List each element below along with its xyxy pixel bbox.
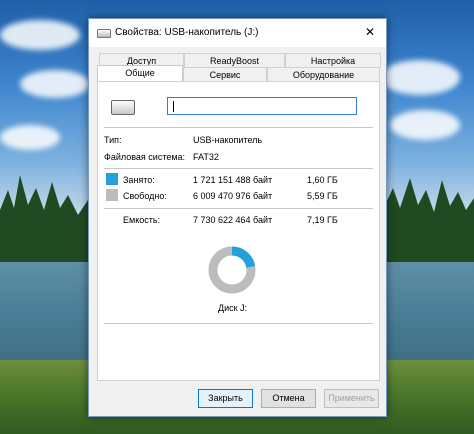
free-bytes: 6 009 470 976 байт (193, 191, 273, 201)
cancel-button[interactable]: Отмена (261, 389, 316, 408)
cloud (0, 125, 60, 150)
tab-general[interactable]: Общие (97, 65, 183, 81)
free-label: Свободно: (123, 191, 167, 201)
volume-name-input[interactable] (167, 97, 357, 115)
free-color-swatch (106, 189, 118, 201)
used-size: 1,60 ГБ (307, 175, 338, 185)
tab-readyboost[interactable]: ReadyBoost (184, 53, 285, 67)
used-label: Занято: (123, 175, 155, 185)
tab-customize[interactable]: Настройка (285, 53, 381, 67)
cloud (390, 110, 460, 140)
used-bytes: 1 721 151 488 байт (193, 175, 273, 185)
close-icon[interactable]: ✕ (360, 23, 380, 41)
title-bar: Свойства: USB-накопитель (J:) ✕ (89, 19, 386, 47)
usb-drive-icon (97, 29, 111, 38)
usage-donut-chart (208, 246, 256, 294)
divider (104, 168, 373, 169)
window-title: Свойства: USB-накопитель (J:) (115, 27, 259, 38)
tab-row-front: Общие Сервис Оборудование (97, 65, 380, 81)
capacity-label: Емкость: (123, 215, 161, 225)
text-caret (173, 101, 174, 112)
general-panel: Тип: USB-накопитель Файловая система: FA… (97, 81, 380, 381)
properties-window: Свойства: USB-накопитель (J:) ✕ Доступ R… (88, 18, 387, 417)
filesystem-value: FAT32 (193, 152, 219, 162)
capacity-size: 7,19 ГБ (307, 215, 338, 225)
cloud (20, 70, 90, 98)
type-label: Тип: (104, 135, 122, 145)
divider (104, 127, 373, 128)
tab-hardware[interactable]: Оборудование (267, 67, 380, 81)
cloud (0, 20, 80, 50)
usb-drive-icon (111, 100, 135, 115)
used-color-swatch (106, 173, 118, 185)
tab-tools[interactable]: Сервис (183, 67, 267, 81)
disk-label: Диск J: (218, 303, 248, 313)
divider (104, 323, 373, 324)
close-button[interactable]: Закрыть (198, 389, 253, 408)
capacity-bytes: 7 730 622 464 байт (193, 215, 273, 225)
type-value: USB-накопитель (193, 135, 263, 145)
filesystem-label: Файловая система: (104, 152, 186, 162)
cloud (380, 60, 460, 95)
apply-button[interactable]: Применить (324, 389, 379, 408)
divider (104, 208, 373, 209)
free-size: 5,59 ГБ (307, 191, 338, 201)
